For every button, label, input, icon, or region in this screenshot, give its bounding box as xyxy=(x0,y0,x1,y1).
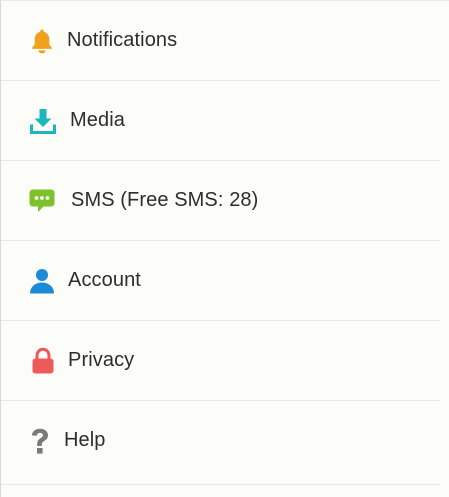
menu-item-label: Help xyxy=(64,429,106,452)
menu-item-label: Account xyxy=(68,268,141,291)
menu-item-media[interactable]: Media xyxy=(1,81,440,161)
menu-item-label: Notifications xyxy=(67,28,178,51)
menu-item-sms[interactable]: SMS (Free SMS: 28) xyxy=(1,161,440,241)
settings-list: Notifications Media SMS (Free SMS: 28) A… xyxy=(1,1,449,481)
lock-icon xyxy=(29,347,57,375)
divider xyxy=(1,484,440,485)
menu-item-label: Media xyxy=(70,108,125,131)
question-mark-icon xyxy=(26,427,54,455)
menu-item-account[interactable]: Account xyxy=(1,241,440,321)
menu-item-privacy[interactable]: Privacy xyxy=(1,321,440,401)
settings-menu: Notifications Media SMS (Free SMS: 28) A… xyxy=(0,0,449,497)
menu-item-label: SMS (Free SMS: 28) xyxy=(71,188,259,211)
bell-icon xyxy=(28,27,56,55)
person-icon xyxy=(28,267,56,295)
download-icon xyxy=(29,107,57,135)
chat-bubble-icon xyxy=(28,187,56,215)
menu-item-help[interactable]: Help xyxy=(1,401,440,481)
menu-item-notifications[interactable]: Notifications xyxy=(1,1,440,81)
menu-item-label: Privacy xyxy=(68,348,135,371)
